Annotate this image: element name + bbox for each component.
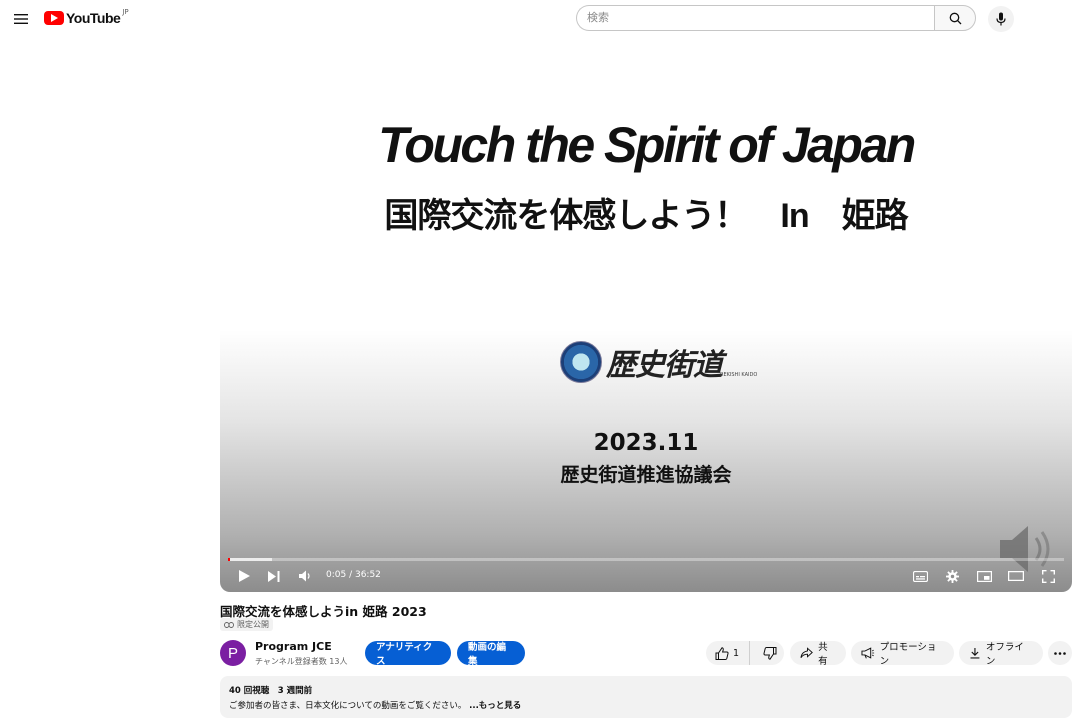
emblem-icon: [560, 341, 602, 383]
video-player[interactable]: Touch the Spirit of Japan 国際交流を体感しよう！ In…: [220, 40, 1072, 592]
like-button[interactable]: 1: [706, 641, 750, 665]
slide-date: 2023.11: [593, 430, 699, 456]
description-text: ご参加者の皆さま、日本文化についての動画をご覧ください。 ...もっと見る: [229, 699, 1063, 711]
description-body: ご参加者の皆さま、日本文化についての動画をご覧ください。: [229, 701, 467, 711]
more-actions-button[interactable]: [1048, 641, 1072, 665]
microphone-icon: [996, 12, 1006, 26]
logo-text: YouTube: [66, 10, 121, 26]
progress-played: [228, 558, 230, 561]
fullscreen-icon: [1041, 569, 1055, 583]
settings-button[interactable]: [942, 566, 962, 586]
theater-icon: [1008, 571, 1024, 581]
progress-buffered: [228, 558, 273, 561]
slide-title: Touch the Spirit of Japan: [378, 117, 916, 173]
promote-button[interactable]: プロモーション: [851, 641, 954, 667]
youtube-play-icon: [44, 11, 64, 25]
thumbs-up-icon: [715, 646, 729, 660]
menu-button[interactable]: [10, 8, 32, 30]
slide-organization: 歴史街道推進協議会: [560, 464, 732, 486]
offline-label: オフライン: [985, 642, 1024, 667]
youtube-logo[interactable]: YouTube JP: [44, 8, 129, 26]
voice-search-button[interactable]: [988, 6, 1014, 32]
slide-logo-sub: REKISHI KAIDO: [720, 372, 758, 378]
description-box[interactable]: 40 回視聴 3 週間前 ご参加者の皆さま、日本文化についての動画をご覧ください…: [220, 676, 1072, 718]
offline-button[interactable]: オフライン: [959, 641, 1043, 667]
time-display: 0:05 / 36:52: [326, 570, 381, 580]
channel-name[interactable]: Program JCE: [255, 640, 332, 653]
miniplayer-button[interactable]: [974, 566, 994, 586]
volume-icon: [299, 570, 310, 582]
dislike-button[interactable]: [755, 641, 784, 665]
play-button[interactable]: [234, 566, 254, 586]
channel-avatar[interactable]: P: [220, 640, 246, 666]
share-button[interactable]: 共有: [790, 641, 846, 667]
link-icon: [224, 621, 234, 628]
search-icon: [949, 12, 961, 24]
theater-mode-button[interactable]: [1006, 566, 1026, 586]
promote-label: プロモーション: [879, 642, 937, 667]
fullscreen-button[interactable]: [1038, 566, 1058, 586]
slide-logo-text: 歴史街道: [606, 349, 723, 382]
privacy-badge: 限定公開: [220, 618, 273, 631]
share-icon: [800, 647, 813, 658]
subscriber-count: チャンネル登録者数 13人: [255, 657, 348, 666]
next-button[interactable]: [264, 566, 284, 586]
slide-logo: 歴史街道: [560, 340, 723, 384]
share-label: 共有: [818, 642, 828, 667]
search-bar: [576, 5, 976, 31]
like-dislike-group: 1: [706, 641, 784, 665]
volume-button[interactable]: [296, 566, 316, 586]
progress-bar[interactable]: [228, 558, 1064, 561]
analytics-button[interactable]: アナリティクス: [365, 641, 451, 667]
slide-subtitle: 国際交流を体感しよう！ In 姫路: [384, 197, 908, 235]
gear-icon: [945, 569, 959, 583]
show-more-link[interactable]: ...もっと見る: [469, 701, 521, 711]
download-icon: [970, 648, 980, 659]
megaphone-icon: [861, 647, 875, 659]
edit-video-button[interactable]: 動画の編集: [457, 641, 525, 667]
search-input[interactable]: [576, 5, 934, 31]
view-stats: 40 回視聴 3 週間前: [229, 686, 313, 696]
like-count: 1: [733, 647, 740, 659]
search-button[interactable]: [934, 5, 976, 31]
logo-region: JP: [122, 8, 129, 16]
next-icon: [268, 570, 280, 582]
subtitles-icon: [912, 570, 928, 582]
play-icon: [238, 570, 250, 582]
subtitles-button[interactable]: [910, 566, 930, 586]
miniplayer-icon: [976, 570, 992, 582]
privacy-label: 限定公開: [237, 620, 269, 629]
hamburger-icon: [14, 14, 28, 24]
thumbs-down-icon: [762, 646, 776, 660]
more-horizontal-icon: [1054, 651, 1066, 655]
